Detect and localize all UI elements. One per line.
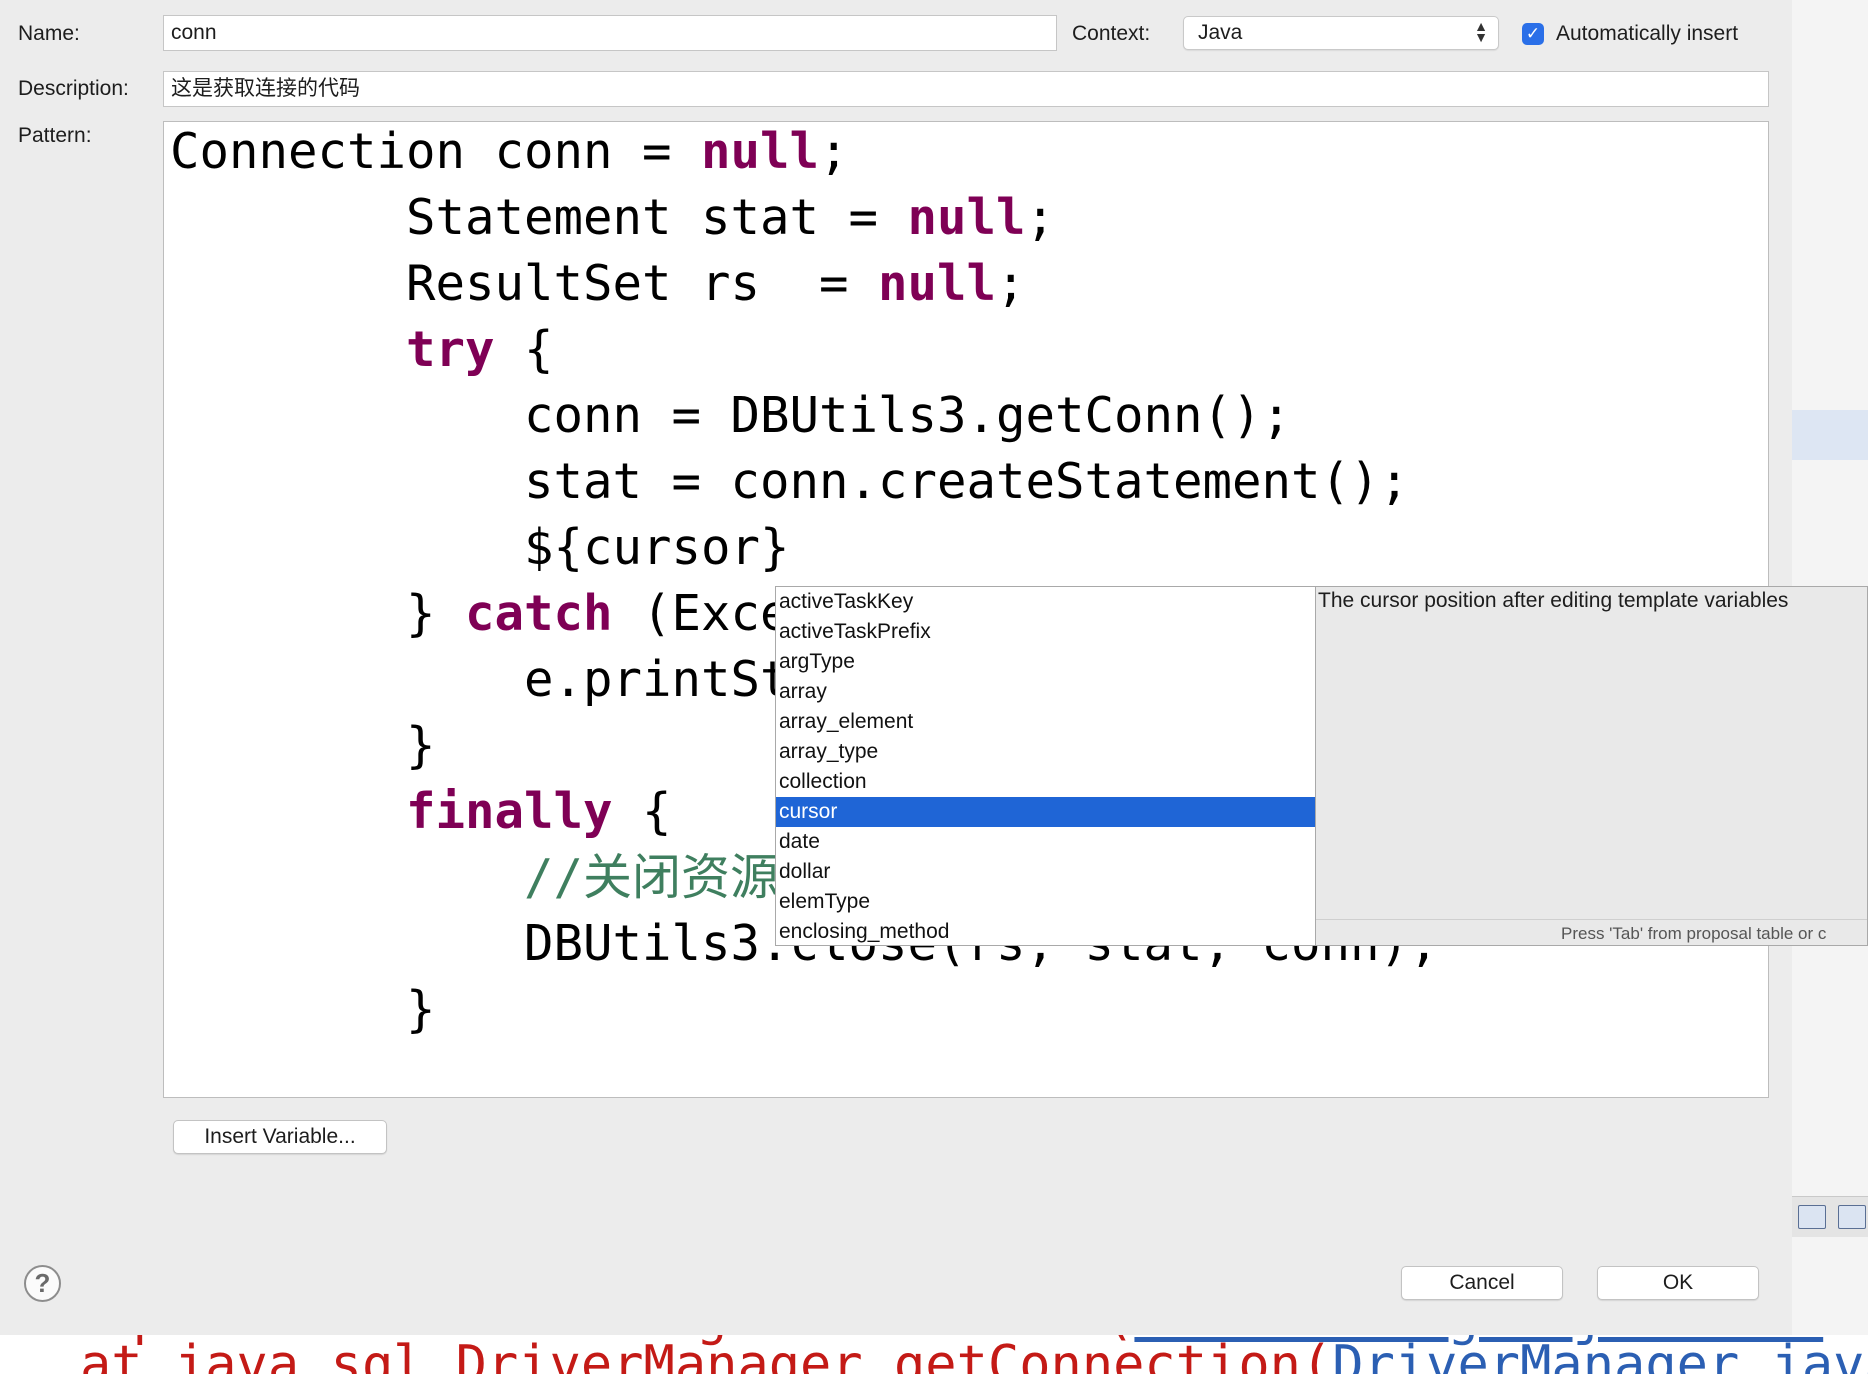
- proposal-info-panel: The cursor position after editing templa…: [1316, 586, 1868, 946]
- context-label: Context:: [1072, 22, 1151, 45]
- code-line: ResultSet rs = null;: [170, 255, 1026, 312]
- proposal-item[interactable]: activeTaskKey: [776, 587, 1315, 617]
- code-line: }: [170, 981, 436, 1038]
- description-label: Description:: [18, 77, 129, 100]
- auto-insert-label: Automatically insert: [1556, 22, 1739, 45]
- context-select[interactable]: Java ▲ ▼: [1183, 16, 1499, 50]
- console-link-2[interactable]: DriverManager.java:247: [1332, 1335, 1868, 1374]
- code-line: try {: [406, 321, 554, 378]
- code-line: Statement stat = null;: [170, 189, 1056, 246]
- name-label: Name:: [18, 22, 80, 45]
- code-line: } catch (Exce: [170, 585, 790, 642]
- proposal-item[interactable]: date: [776, 827, 1315, 857]
- proposal-hint: Press 'Tab' from proposal table or c: [1316, 919, 1867, 945]
- background-console-toolbar: [1792, 1196, 1868, 1237]
- proposal-description: The cursor position after editing templa…: [1318, 589, 1789, 612]
- code-line: conn = DBUtils3.getConn();: [170, 387, 1292, 444]
- proposal-list[interactable]: activeTaskKey activeTaskPrefix argType arra…: [775, 586, 1316, 946]
- proposal-item[interactable]: dollar: [776, 857, 1315, 887]
- proposal-item[interactable]: collection: [776, 767, 1315, 797]
- context-select-value: Java: [1198, 21, 1243, 44]
- background-selection-row: [1792, 410, 1868, 460]
- console-line-2: at java.sql.DriverManager.getConnection(…: [80, 1339, 1868, 1374]
- proposal-item[interactable]: enclosing_method: [776, 917, 1315, 945]
- console-remove-icon[interactable]: [1838, 1205, 1866, 1229]
- proposal-item[interactable]: array_type: [776, 737, 1315, 767]
- ok-button[interactable]: OK: [1597, 1266, 1759, 1300]
- name-input[interactable]: conn: [163, 15, 1057, 51]
- auto-insert-checkbox[interactable]: ✓: [1522, 23, 1544, 45]
- code-line: //关闭资源: [524, 849, 780, 906]
- code-line: finally {: [406, 783, 672, 840]
- code-line: stat = conn.createStatement();: [170, 453, 1410, 510]
- pattern-label: Pattern:: [18, 124, 92, 147]
- insert-variable-button[interactable]: Insert Variable...: [173, 1120, 387, 1154]
- proposal-item[interactable]: array: [776, 677, 1315, 707]
- code-line: Connection conn = null;: [170, 123, 849, 180]
- proposal-item[interactable]: array_element: [776, 707, 1315, 737]
- code-line: e.printSt: [170, 651, 790, 708]
- proposal-item[interactable]: argType: [776, 647, 1315, 677]
- console-display-icon[interactable]: [1798, 1205, 1826, 1229]
- proposal-item[interactable]: elemType: [776, 887, 1315, 917]
- description-input[interactable]: 这是获取连接的代码: [163, 71, 1769, 107]
- background-console: e.printStackTrace...getConnection(Driver…: [0, 1335, 1868, 1374]
- help-icon[interactable]: ?: [24, 1265, 61, 1302]
- code-line: }: [170, 717, 436, 774]
- proposal-item[interactable]: cursor: [776, 797, 1315, 827]
- proposal-item[interactable]: activeTaskPrefix: [776, 617, 1315, 647]
- cancel-button[interactable]: Cancel: [1401, 1266, 1563, 1300]
- code-line: ${cursor}: [170, 519, 790, 576]
- chevron-updown-icon: ▲ ▼: [1474, 18, 1488, 45]
